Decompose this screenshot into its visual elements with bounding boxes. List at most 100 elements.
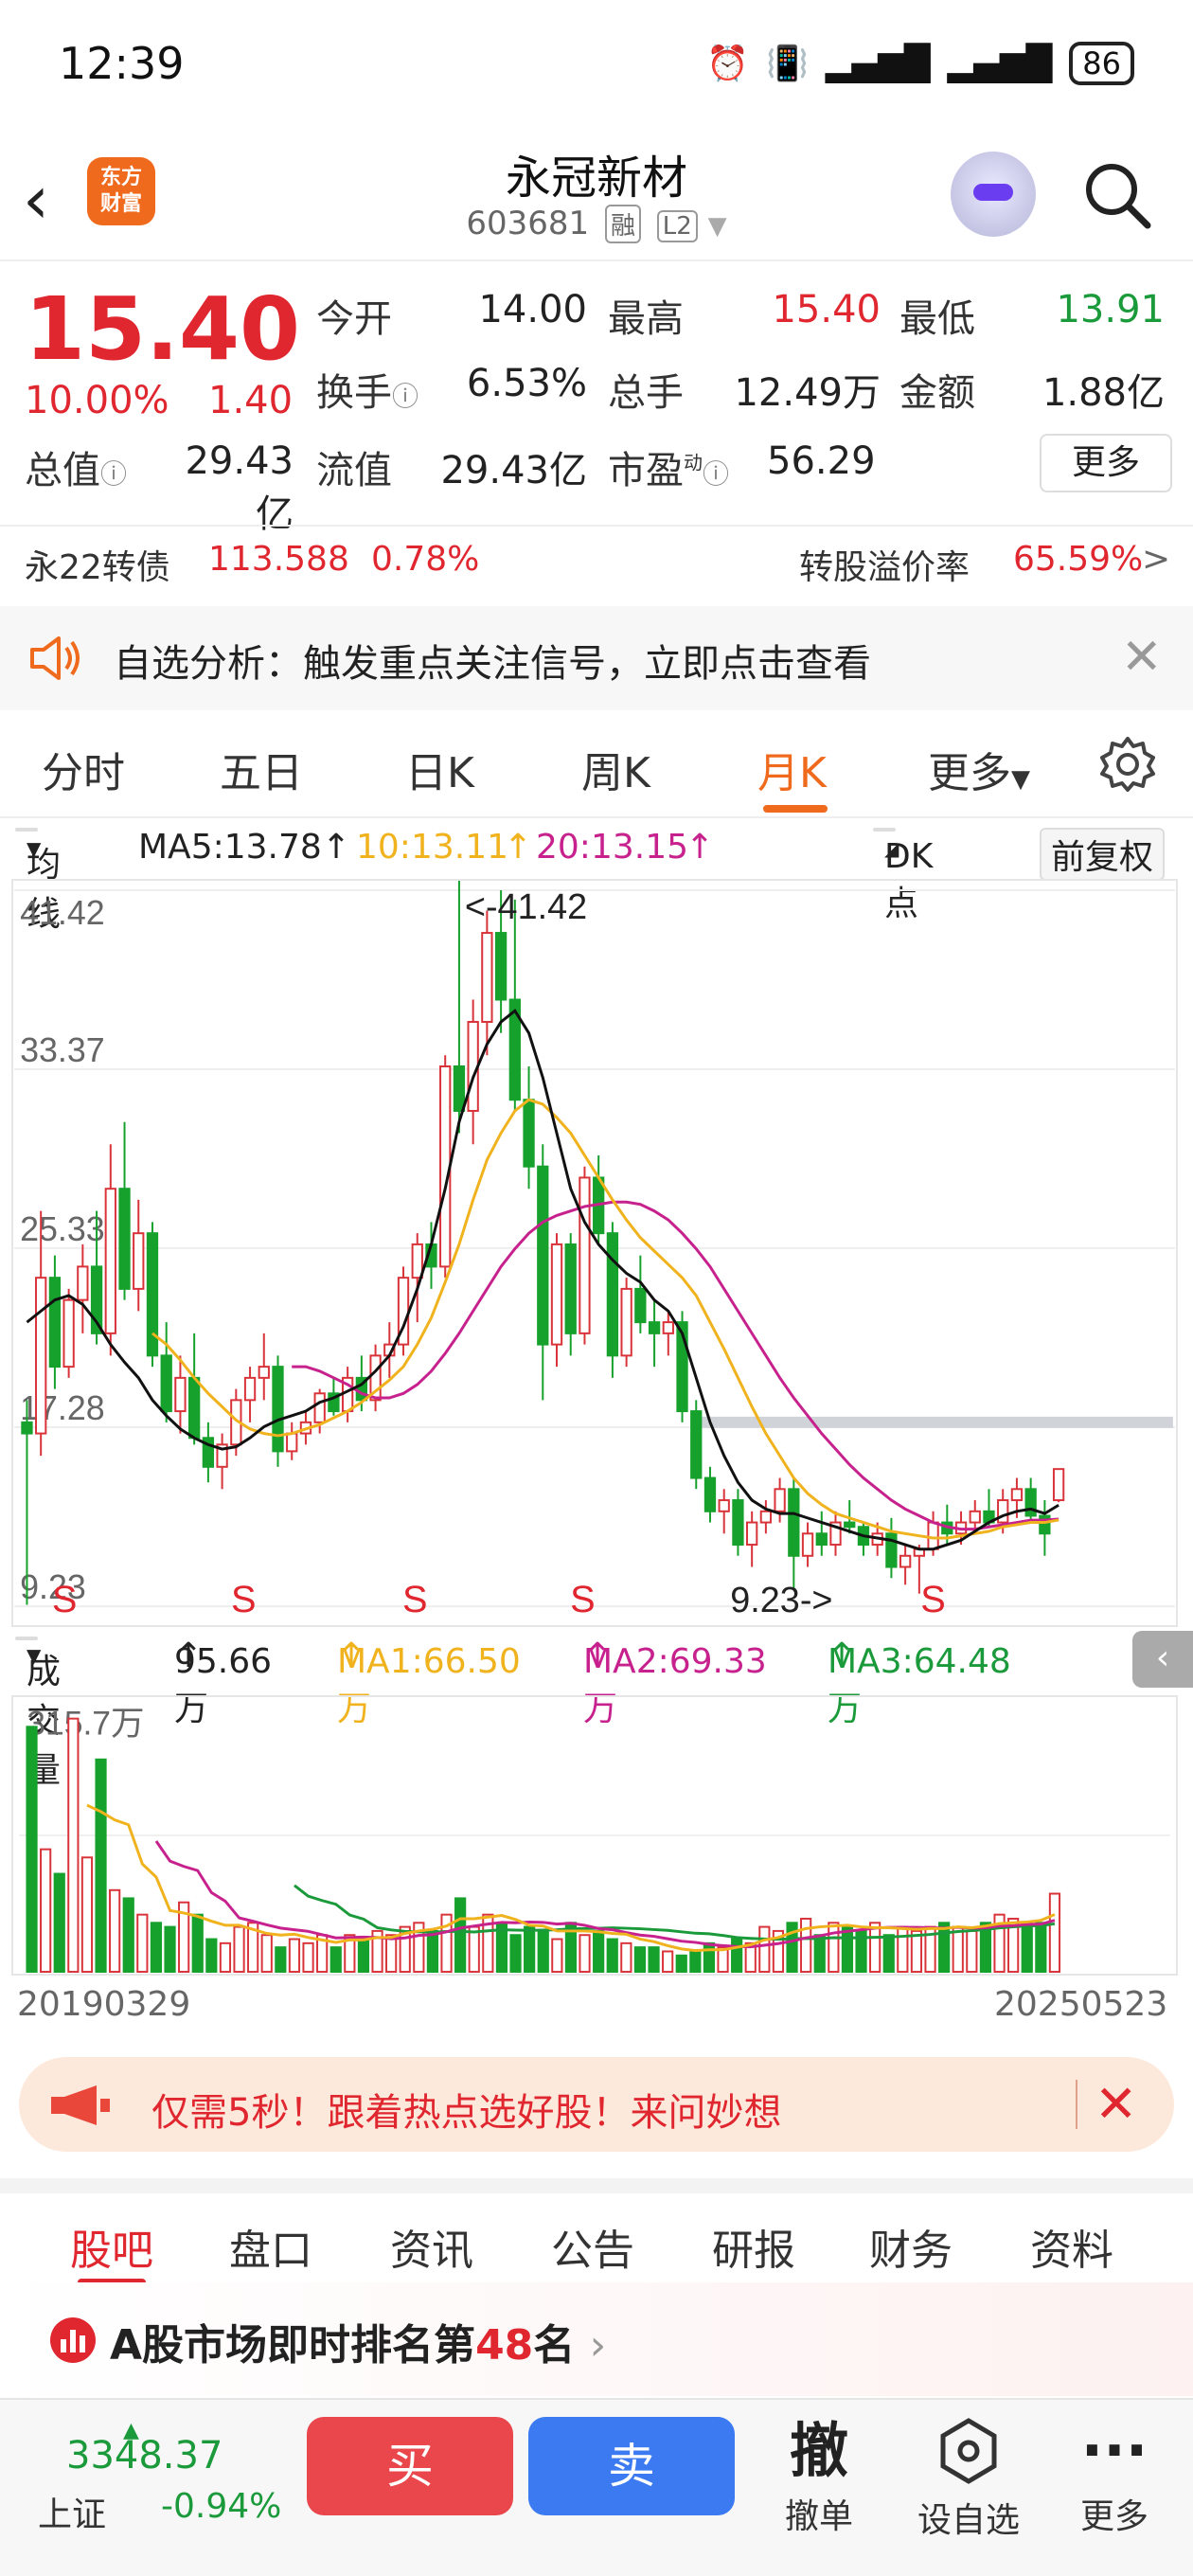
candle-body (774, 1488, 786, 1512)
float-label: 流值 (316, 449, 392, 492)
candle-body (313, 1392, 326, 1423)
tab-finance[interactable]: 财务 (869, 2216, 953, 2277)
dropdown-icon: ▼ (1011, 765, 1030, 794)
turnover-label[interactable]: 换手ⓘ (316, 362, 418, 417)
bond-price: 113.588 (208, 540, 349, 579)
volume-ma2: MA2:69.33万 ↑ (583, 1637, 767, 1728)
volume-selector[interactable]: 成交量 ▼ (15, 1637, 61, 1790)
quote-panel: 15.40 10.00% 1.40 今开 14.00 最高 15.40 最低 1… (0, 261, 1193, 536)
promo-text: 仅需5秒！跟着热点选好股！来问妙想 (151, 2091, 782, 2135)
pe-label[interactable]: 市盈动ⓘ (608, 439, 729, 494)
volume-top-tick: 315.7万 (27, 1704, 144, 1742)
candle-body (160, 1354, 172, 1413)
rank-banner[interactable]: A股市场即时排名第48名 › (0, 2282, 1193, 2396)
close-icon[interactable]: ✕ (1095, 2074, 1137, 2134)
candle-body (550, 1243, 563, 1346)
candle-body (35, 1277, 47, 1435)
search-icon[interactable] (1079, 157, 1155, 233)
close-icon[interactable]: ✕ (1121, 629, 1163, 686)
volume-bar (800, 1917, 812, 1974)
tab-profile[interactable]: 资料 (1030, 2216, 1113, 2277)
tab-day-k[interactable]: 日K (405, 739, 474, 799)
ma-selector[interactable]: 均线 ▼ (15, 828, 61, 934)
collapse-icon[interactable]: ‹ (1132, 1631, 1193, 1688)
sell-signal-label: S (402, 1579, 428, 1620)
volume-bar: 成交量 ▼ 95.66万 ↑ MA1:66.50万 ↑ MA2:69.33万 ↑ MA3… (0, 1631, 1193, 1790)
volume-bar (524, 1925, 536, 1974)
megaphone-icon (51, 2085, 110, 2125)
candle-body (801, 1532, 814, 1557)
tab-announcements[interactable]: 公告 (551, 2216, 634, 2277)
volume-bar (938, 1922, 951, 1974)
candle-body (620, 1287, 632, 1357)
y-tick-label: 41.42 (20, 894, 105, 932)
promo-banner[interactable]: 仅需5秒！跟着热点选好股！来问妙想 ✕ (19, 2057, 1174, 2152)
change-amount: 1.40 (208, 379, 294, 422)
volume-chart[interactable]: 315.7万 (11, 1695, 1178, 1976)
low-label: 最低 (899, 297, 975, 341)
tab-intraday[interactable]: 分时 (42, 739, 125, 799)
volume-bar (40, 1848, 52, 1974)
candlestick-chart[interactable]: 41.4233.3725.3317.289.23<-41.429.23->S S S… (11, 879, 1178, 1627)
sell-button[interactable]: 卖 (528, 2417, 735, 2515)
tab-five-day[interactable]: 五日 (220, 739, 303, 799)
tab-order-book[interactable]: 盘口 (229, 2216, 312, 2277)
tab-more[interactable]: 更多▼ (928, 739, 1030, 799)
ma-bar: 均线 ▼ MA5:13.78 ↑ 10:13.11 ↑ 20:13.15 ↑ DK… (0, 820, 1193, 934)
volume-label: 总手 (608, 371, 684, 415)
candle-body (494, 932, 507, 1001)
mcap-label[interactable]: 总值ⓘ (25, 439, 127, 494)
add-watchlist-button[interactable]: 设自选 (907, 2413, 1030, 2542)
candle-body (258, 1366, 270, 1379)
more-button[interactable]: 更多 (1040, 434, 1172, 492)
premium-value: 65.59% (1013, 540, 1144, 579)
gear-icon[interactable] (1098, 735, 1157, 794)
tab-week-k[interactable]: 周K (581, 739, 650, 799)
candle-body (732, 1499, 744, 1547)
convertible-bond-row[interactable]: 永22转债 113.588 0.78% 转股溢价率 65.59% > (0, 525, 1193, 591)
ma10-line (151, 1098, 1059, 1540)
info-icon[interactable]: ⓘ (100, 458, 127, 490)
buy-button[interactable]: 买 (307, 2417, 513, 2515)
bottom-bar: 3348.37 ▲ 上证 -0.94% 买 卖 撤 撤单 设自选 ··· 更多 (0, 2398, 1193, 2576)
volume-bar (26, 1726, 38, 1974)
volume-bar (426, 1929, 439, 1974)
ma10-arrow: ↑ (504, 828, 533, 867)
volume-bar (606, 1938, 618, 1974)
volume-current: 95.66万 ↑ (174, 1637, 273, 1728)
index-tick-icon: ▲ (123, 2419, 139, 2442)
tab-research[interactable]: 研报 (712, 2216, 795, 2277)
index-name[interactable]: 上证 (38, 2487, 106, 2536)
cancel-order-button[interactable]: 撤 撤单 (757, 2413, 881, 2538)
adjust-button[interactable]: 前复权 (1040, 828, 1166, 881)
low-value: 13.91 (1056, 288, 1165, 331)
assistant-robot-icon[interactable] (951, 152, 1036, 237)
ma20-line (292, 1200, 1059, 1531)
volume-bar (910, 1929, 923, 1974)
ma20-arrow: ↑ (686, 828, 715, 867)
chevron-right-icon: › (589, 2321, 607, 2370)
candle-body (815, 1532, 828, 1547)
volume-ma1: MA1:66.50万 ↑ (337, 1637, 521, 1728)
y-tick-label: 25.33 (20, 1210, 105, 1248)
volume-bar (966, 1929, 978, 1974)
alert-bar[interactable]: 自选分析：触发重点关注信号，立即点击查看 ✕ (0, 606, 1193, 710)
index-value[interactable]: 3348.37 (66, 2434, 223, 2478)
tab-news[interactable]: 资讯 (390, 2216, 473, 2277)
candle-body (564, 1243, 577, 1334)
more-menu-button[interactable]: ··· 更多 (1053, 2413, 1176, 2538)
tab-month-k[interactable]: 月K (757, 739, 827, 799)
candle-body (62, 1298, 75, 1368)
volume-bar (150, 1922, 163, 1974)
pe-value: 56.29 (767, 439, 876, 483)
dropdown-icon[interactable]: ▼ (708, 212, 727, 241)
info-icon[interactable]: ⓘ (703, 458, 729, 490)
volume-bar (1021, 1922, 1033, 1974)
change-percent: 10.00% (25, 379, 169, 422)
tab-forum[interactable]: 股吧 (70, 2216, 153, 2277)
candle-body (48, 1277, 62, 1368)
dk-point-button[interactable]: DK点 ◢ (873, 828, 933, 923)
volume-bar (633, 1946, 647, 1974)
volume-bar (329, 1946, 342, 1974)
info-icon[interactable]: ⓘ (392, 381, 418, 412)
